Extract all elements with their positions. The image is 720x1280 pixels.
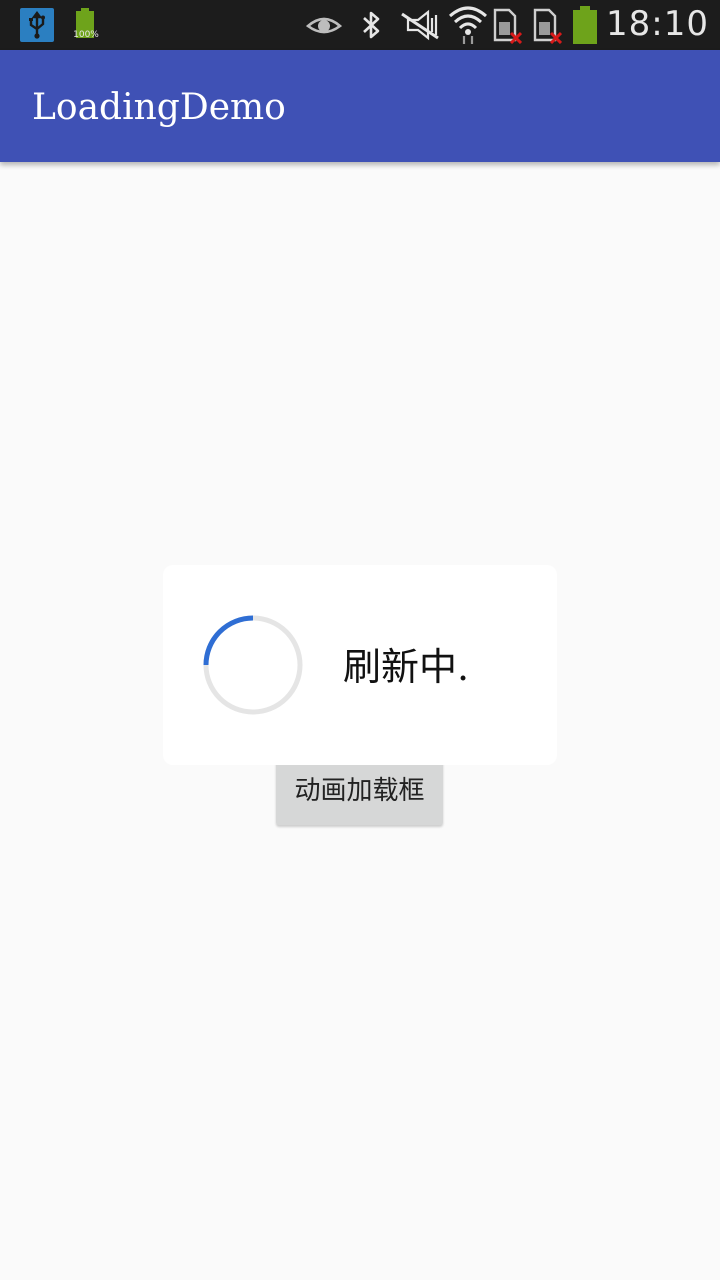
app-title: LoadingDemo xyxy=(32,87,286,128)
loading-message: 刷新中. xyxy=(343,645,470,689)
sim-card-error-icon xyxy=(492,8,523,45)
sim-card-error-icon xyxy=(532,8,563,45)
battery-icon xyxy=(572,6,598,44)
battery-percent-label: 100% xyxy=(73,30,99,40)
app-bar: LoadingDemo xyxy=(0,50,720,162)
signal-muted-icon xyxy=(398,8,442,42)
usb-icon xyxy=(20,8,54,42)
bluetooth-icon xyxy=(358,8,386,42)
loading-spinner-icon xyxy=(203,615,303,715)
battery-full-icon: 100% xyxy=(73,8,99,42)
eye-icon xyxy=(305,10,343,40)
wifi-icon xyxy=(448,6,488,44)
app-screen: 100% 18:10 LoadingDemo 动画加载框 刷新中. xyxy=(0,0,720,1280)
status-bar: 100% 18:10 xyxy=(0,0,720,50)
status-clock: 18:10 xyxy=(606,4,709,44)
loading-dialog: 刷新中. xyxy=(163,565,557,765)
